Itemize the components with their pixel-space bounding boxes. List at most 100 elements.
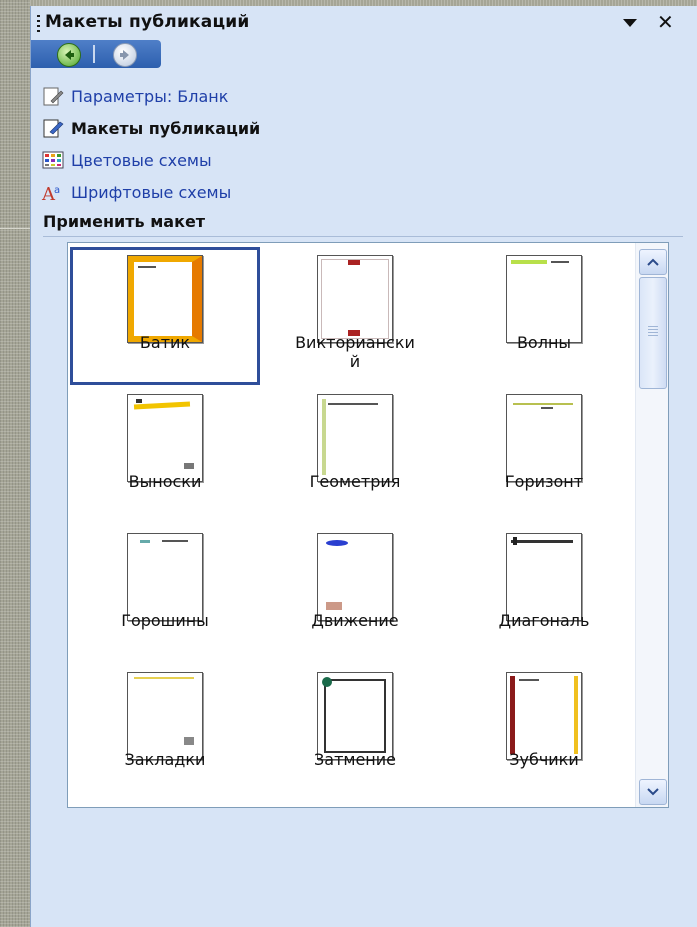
design-thumbnail bbox=[506, 533, 582, 621]
thumbnail-ornament bbox=[133, 401, 191, 410]
back-arrow-icon bbox=[65, 50, 74, 60]
pane-title: Макеты публикаций bbox=[45, 12, 250, 32]
link-label[interactable]: Цветовые схемы bbox=[71, 151, 212, 170]
link-label[interactable]: Шрифтовые схемы bbox=[71, 183, 231, 202]
pane-navigation-bar bbox=[31, 40, 161, 68]
link-font-schemes[interactable]: A a Шрифтовые схемы bbox=[41, 178, 231, 206]
design-thumbnail bbox=[317, 672, 393, 760]
design-label: Диагональ bbox=[498, 611, 590, 630]
design-tile-geometry[interactable]: Геометрия bbox=[260, 386, 450, 524]
design-label: Горошины bbox=[121, 611, 209, 630]
link-label[interactable]: Макеты публикаций bbox=[71, 119, 260, 138]
thumbnail-ornament bbox=[321, 259, 389, 339]
thumbnail-ornament bbox=[136, 399, 142, 403]
design-label: Геометрия bbox=[309, 472, 401, 491]
thumbnail-ornament bbox=[326, 602, 342, 610]
gallery-scrollbar[interactable] bbox=[635, 243, 668, 807]
thumbnail-ornament bbox=[326, 540, 348, 546]
design-thumbnail bbox=[317, 255, 393, 343]
thumbnail-ornament bbox=[134, 677, 194, 679]
design-tile-teeth[interactable]: Зубчики bbox=[449, 664, 639, 802]
thumbnail-ornament bbox=[322, 399, 326, 475]
design-gallery: Батик Викториански й Волны Выноски Геометрия… bbox=[67, 242, 669, 808]
design-tile-peas[interactable]: Горошины bbox=[70, 525, 260, 663]
design-label: Выноски bbox=[128, 472, 202, 491]
design-label: Батик bbox=[139, 333, 191, 352]
close-icon[interactable]: ✕ bbox=[657, 10, 674, 34]
thumbnail-ornament bbox=[513, 403, 573, 405]
thumbnail-ornament bbox=[140, 540, 150, 543]
color-scheme-icon bbox=[41, 148, 71, 172]
task-pane-titlebar: Макеты публикаций ✕ bbox=[31, 6, 697, 40]
design-thumbnail bbox=[127, 394, 203, 482]
design-label: Волны bbox=[516, 333, 572, 352]
thumbnail-ornament bbox=[519, 679, 539, 681]
design-label: Викториански й bbox=[295, 333, 415, 371]
design-label: Горизонт bbox=[504, 472, 584, 491]
nav-separator bbox=[93, 45, 95, 63]
back-button[interactable] bbox=[57, 43, 81, 67]
design-thumbnail bbox=[506, 255, 582, 343]
scroll-thumb-grip bbox=[648, 326, 658, 338]
page-settings-icon bbox=[41, 84, 71, 108]
thumbnail-ornament bbox=[513, 537, 517, 545]
thumbnail-ornament bbox=[324, 679, 386, 753]
design-tile-horizon[interactable]: Горизонт bbox=[449, 386, 639, 524]
design-tile-batik[interactable]: Батик bbox=[70, 247, 260, 385]
scroll-up-button[interactable] bbox=[639, 249, 667, 275]
link-page-settings[interactable]: Параметры: Бланк bbox=[41, 82, 228, 110]
thumbnail-ornament bbox=[328, 403, 378, 405]
link-publication-designs[interactable]: Макеты публикаций bbox=[41, 114, 260, 142]
design-tile-motion[interactable]: Движение bbox=[260, 525, 450, 663]
design-thumbnail bbox=[127, 533, 203, 621]
section-divider bbox=[43, 236, 683, 237]
design-thumbnail bbox=[317, 394, 393, 482]
design-tile-diagonal[interactable]: Диагональ bbox=[449, 525, 639, 663]
thumbnail-ornament bbox=[511, 540, 573, 543]
thumbnail-ornament bbox=[162, 540, 188, 542]
link-label[interactable]: Параметры: Бланк bbox=[71, 87, 228, 106]
guide-line bbox=[0, 228, 30, 229]
thumbnail-ornament bbox=[511, 260, 547, 264]
forward-button[interactable] bbox=[113, 43, 137, 67]
forward-arrow-icon bbox=[120, 50, 129, 60]
font-scheme-icon: A a bbox=[41, 180, 71, 204]
design-thumbnail bbox=[127, 672, 203, 760]
design-label: Зубчики bbox=[509, 750, 579, 769]
thumbnail-ornament bbox=[551, 261, 569, 263]
section-title: Применить макет bbox=[43, 212, 206, 231]
design-thumbnail bbox=[317, 533, 393, 621]
design-tile-victorian[interactable]: Викториански й bbox=[260, 247, 450, 385]
design-label: Закладки bbox=[124, 750, 206, 769]
design-thumbnail bbox=[506, 394, 582, 482]
thumbnail-ornament bbox=[138, 266, 156, 268]
thumbnail-ornament bbox=[184, 463, 194, 469]
thumbnail-ornament bbox=[128, 256, 202, 342]
scroll-thumb[interactable] bbox=[639, 277, 667, 389]
chevron-down-icon bbox=[647, 788, 659, 796]
task-pane: Макеты публикаций ✕ Параметры: Бланк Мак… bbox=[30, 6, 697, 927]
design-gallery-grid: Батик Викториански й Волны Выноски Геометрия… bbox=[68, 243, 635, 807]
design-thumbnail bbox=[127, 255, 203, 343]
thumbnail-ornament bbox=[510, 676, 515, 754]
design-thumbnail bbox=[506, 672, 582, 760]
pane-menu-dropdown-icon[interactable] bbox=[623, 19, 637, 27]
thumbnail-ornament bbox=[541, 407, 553, 409]
drag-grip-icon[interactable] bbox=[37, 15, 40, 33]
page-design-icon bbox=[41, 116, 71, 140]
design-label: Затмение bbox=[314, 750, 396, 769]
scroll-down-button[interactable] bbox=[639, 779, 667, 805]
thumbnail-ornament bbox=[322, 677, 332, 687]
backdrop-left bbox=[0, 0, 30, 927]
design-tile-bookmarks[interactable]: Закладки bbox=[70, 664, 260, 802]
svg-text:a: a bbox=[54, 185, 60, 196]
design-tile-callouts[interactable]: Выноски bbox=[70, 386, 260, 524]
chevron-up-icon bbox=[647, 258, 659, 266]
thumbnail-ornament bbox=[574, 676, 578, 754]
link-color-schemes[interactable]: Цветовые схемы bbox=[41, 146, 212, 174]
design-tile-eclipse[interactable]: Затмение bbox=[260, 664, 450, 802]
thumbnail-ornament bbox=[184, 737, 194, 745]
design-tile-waves[interactable]: Волны bbox=[449, 247, 639, 385]
thumbnail-ornament bbox=[348, 260, 360, 265]
design-label: Движение bbox=[311, 611, 399, 630]
